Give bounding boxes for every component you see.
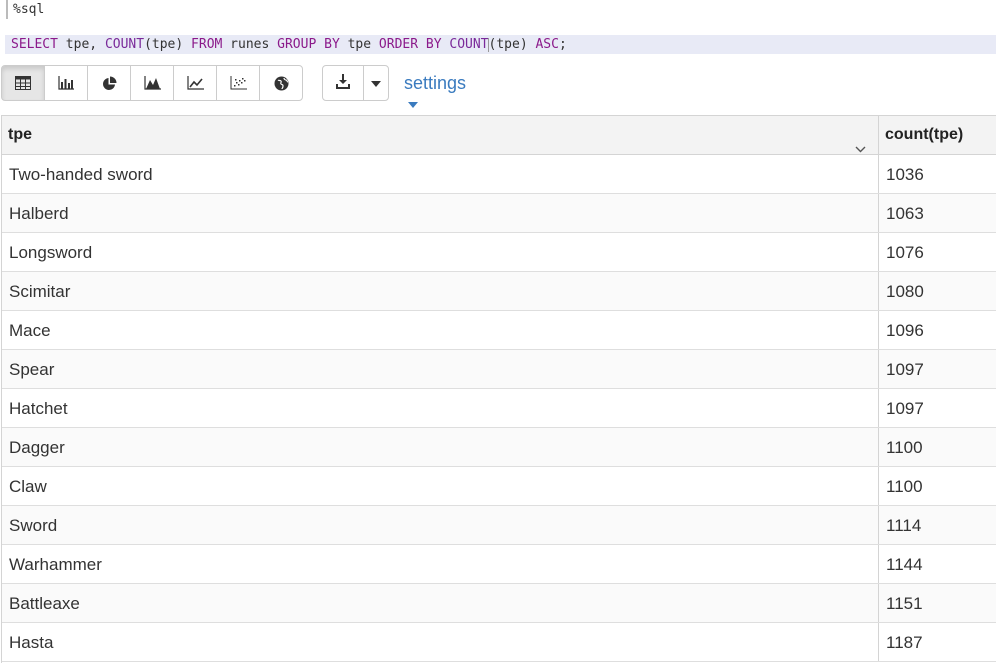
cell-tpe: Warhammer xyxy=(2,545,879,583)
cell-tpe: Battleaxe xyxy=(2,584,879,622)
cell-tpe: Sword xyxy=(2,506,879,544)
sql-keyword: FROM xyxy=(191,37,223,52)
table-row: Hatchet 1097 xyxy=(2,389,996,428)
sql-text: tpe, xyxy=(57,37,105,52)
table-icon xyxy=(15,76,31,90)
caret-down-icon xyxy=(371,74,381,92)
settings-label: settings xyxy=(404,73,467,93)
table-row: Dagger 1100 xyxy=(2,428,996,467)
download-button[interactable] xyxy=(322,65,364,101)
download-button-group xyxy=(322,65,389,101)
cell-count: 1063 xyxy=(886,204,924,223)
visualization-button-group xyxy=(1,65,303,101)
cell-count: 1097 xyxy=(886,360,924,379)
table-row: Halberd 1063 xyxy=(2,194,996,233)
sql-keyword: ORDER BY xyxy=(378,37,442,52)
table-row: Mace 1096 xyxy=(2,311,996,350)
download-icon xyxy=(335,73,351,94)
cell-count: 1114 xyxy=(886,516,922,535)
cell-tpe: Claw xyxy=(2,467,879,505)
table-view-button[interactable] xyxy=(1,65,45,101)
cell-count: 1080 xyxy=(886,282,924,301)
cell-tpe: Hatchet xyxy=(2,389,879,427)
bar-chart-button[interactable] xyxy=(44,65,88,101)
sql-text: runes xyxy=(222,37,278,52)
cell-count: 1096 xyxy=(886,321,924,340)
scatter-chart-button[interactable] xyxy=(216,65,260,101)
scatter-chart-icon xyxy=(230,76,247,90)
sql-keyword: GROUP BY xyxy=(277,37,340,52)
sql-query-line[interactable]: SELECT tpe, COUNT(tpe) FROM runes GROUP … xyxy=(5,35,996,54)
table-row: Spear 1097 xyxy=(2,350,996,389)
area-chart-button[interactable] xyxy=(130,65,174,101)
cell-tpe: Longsword xyxy=(2,233,879,271)
download-options-dropdown[interactable] xyxy=(363,65,389,101)
magic-command: %sql xyxy=(6,0,44,19)
cell-tpe: Spear xyxy=(2,350,879,388)
globe-icon xyxy=(274,76,289,91)
map-button[interactable] xyxy=(259,65,303,101)
cell-count: 1100 xyxy=(886,438,923,457)
pie-chart-icon xyxy=(102,76,117,91)
column-header-tpe[interactable]: tpe xyxy=(2,116,879,154)
sql-text: ; xyxy=(558,37,567,52)
sql-function: COUNT xyxy=(104,37,145,52)
cell-tpe: Hasta xyxy=(2,623,879,661)
cell-count: 1144 xyxy=(886,555,923,574)
caret-down-icon xyxy=(408,102,418,108)
chevron-down-icon[interactable] xyxy=(855,130,866,168)
table-row: Hasta 1187 xyxy=(2,623,996,662)
bar-chart-icon xyxy=(58,76,74,90)
sql-text: (tpe) xyxy=(144,37,192,52)
cell-tpe: Scimitar xyxy=(2,272,879,310)
column-header-count[interactable]: count(tpe) xyxy=(879,116,996,154)
cell-tpe: Mace xyxy=(2,311,879,349)
settings-dropdown[interactable]: settings xyxy=(404,72,466,116)
table-header: tpe count(tpe) xyxy=(2,116,996,155)
cell-tpe: Dagger xyxy=(2,428,879,466)
table-row: Battleaxe 1151 xyxy=(2,584,996,623)
sql-editor[interactable]: %sql SELECT tpe, COUNT(tpe) FROM runes G… xyxy=(0,0,996,56)
table-row: Two-handed sword 1036 xyxy=(2,155,996,194)
cell-count: 1036 xyxy=(886,165,924,184)
sql-function: COUNT xyxy=(449,37,489,52)
sql-text: (tpe) xyxy=(488,37,536,52)
sql-keyword: SELECT xyxy=(11,37,58,52)
cell-count: 1097 xyxy=(886,399,924,418)
table-row: Sword 1114 xyxy=(2,506,996,545)
cell-count: 1187 xyxy=(886,633,923,652)
table-row: Scimitar 1080 xyxy=(2,272,996,311)
cell-tpe: Two-handed sword xyxy=(2,155,879,193)
sql-text: tpe xyxy=(339,37,379,52)
line-chart-button[interactable] xyxy=(173,65,217,101)
cell-count: 1076 xyxy=(886,243,924,262)
cell-count: 1151 xyxy=(886,594,923,613)
pie-chart-button[interactable] xyxy=(87,65,131,101)
result-table: tpe count(tpe) Two-handed sword 1036 Halbe… xyxy=(1,115,996,663)
cell-count: 1100 xyxy=(886,477,923,496)
table-row: Claw 1100 xyxy=(2,467,996,506)
table-row: Longsword 1076 xyxy=(2,233,996,272)
sql-keyword: ASC xyxy=(535,37,559,52)
line-chart-icon xyxy=(186,76,204,90)
table-body: Two-handed sword 1036 Halberd 1063 Longsword… xyxy=(2,155,996,662)
area-chart-icon xyxy=(143,76,161,90)
column-header-label: tpe xyxy=(8,126,32,143)
cell-tpe: Halberd xyxy=(2,194,879,232)
table-row: Warhammer 1144 xyxy=(2,545,996,584)
